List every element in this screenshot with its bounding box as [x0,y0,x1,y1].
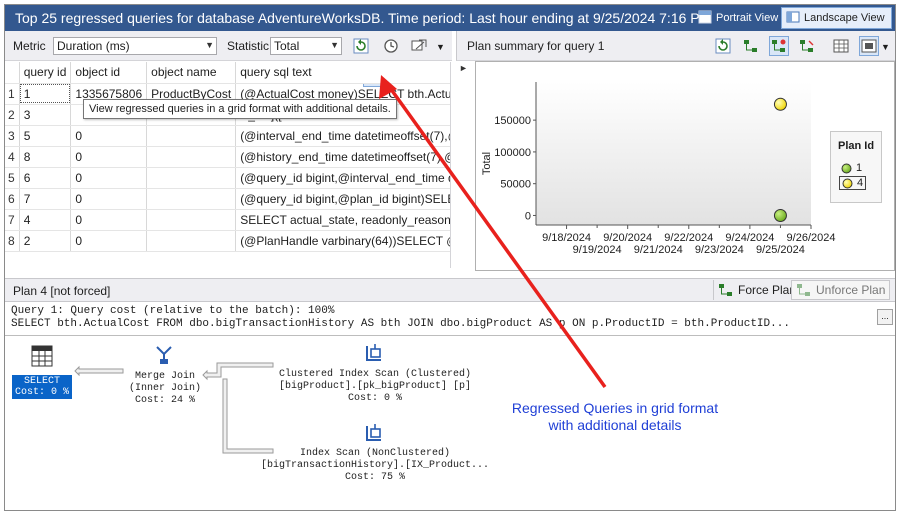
query-store-window: Top 25 regressed queries for database Ad… [4,4,896,511]
annotation-arrow [379,75,607,389]
annotation-arrow-line [386,83,607,389]
